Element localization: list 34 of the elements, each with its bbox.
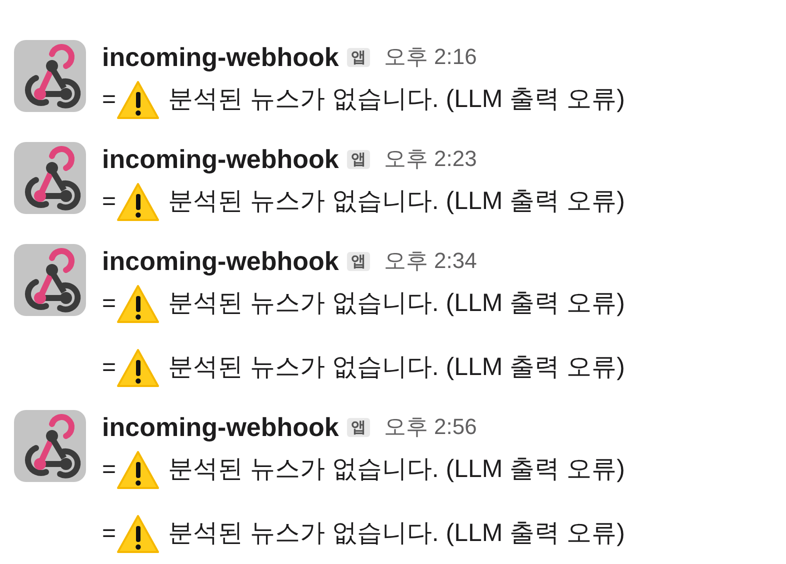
- warning-icon: [116, 348, 160, 388]
- equals-sign: =: [102, 353, 116, 383]
- equals-sign: =: [102, 455, 116, 485]
- warning-icon: [116, 80, 160, 120]
- message-text: 분석된 뉴스가 없습니다. (LLM 출력 오류): [168, 518, 625, 550]
- message-text: 분석된 뉴스가 없습니다. (LLM 출력 오류): [168, 352, 625, 384]
- timestamp[interactable]: 오후 2:23: [384, 148, 477, 170]
- warning-icon: [116, 284, 160, 324]
- sender-name[interactable]: incoming-webhook: [102, 44, 339, 70]
- equals-sign: =: [102, 187, 116, 217]
- equals-sign: =: [102, 85, 116, 115]
- message-text: 분석된 뉴스가 없습니다. (LLM 출력 오류): [168, 288, 625, 320]
- app-tag: 앱: [346, 150, 370, 168]
- app-tag: 앱: [346, 252, 370, 270]
- webhook-avatar-icon: [14, 142, 86, 214]
- sender-name[interactable]: incoming-webhook: [102, 414, 339, 440]
- warning-icon: [116, 514, 160, 554]
- app-tag: 앱: [346, 418, 370, 436]
- equals-sign: =: [102, 289, 116, 319]
- webhook-avatar-icon: [14, 410, 86, 482]
- sender-name[interactable]: incoming-webhook: [102, 248, 339, 274]
- timestamp[interactable]: 오후 2:34: [384, 250, 477, 272]
- equals-sign: =: [102, 519, 116, 549]
- message-text: 분석된 뉴스가 없습니다. (LLM 출력 오류): [168, 84, 625, 116]
- webhook-avatar-icon: [14, 244, 86, 316]
- warning-icon: [116, 182, 160, 222]
- webhook-avatar-icon: [14, 40, 86, 112]
- timestamp[interactable]: 오후 2:16: [384, 46, 477, 68]
- warning-icon: [116, 450, 160, 490]
- message-text: 분석된 뉴스가 없습니다. (LLM 출력 오류): [168, 454, 625, 486]
- timestamp[interactable]: 오후 2:56: [384, 416, 477, 438]
- sender-name[interactable]: incoming-webhook: [102, 146, 339, 172]
- app-tag: 앱: [346, 48, 370, 66]
- message-text: 분석된 뉴스가 없습니다. (LLM 출력 오류): [168, 186, 625, 218]
